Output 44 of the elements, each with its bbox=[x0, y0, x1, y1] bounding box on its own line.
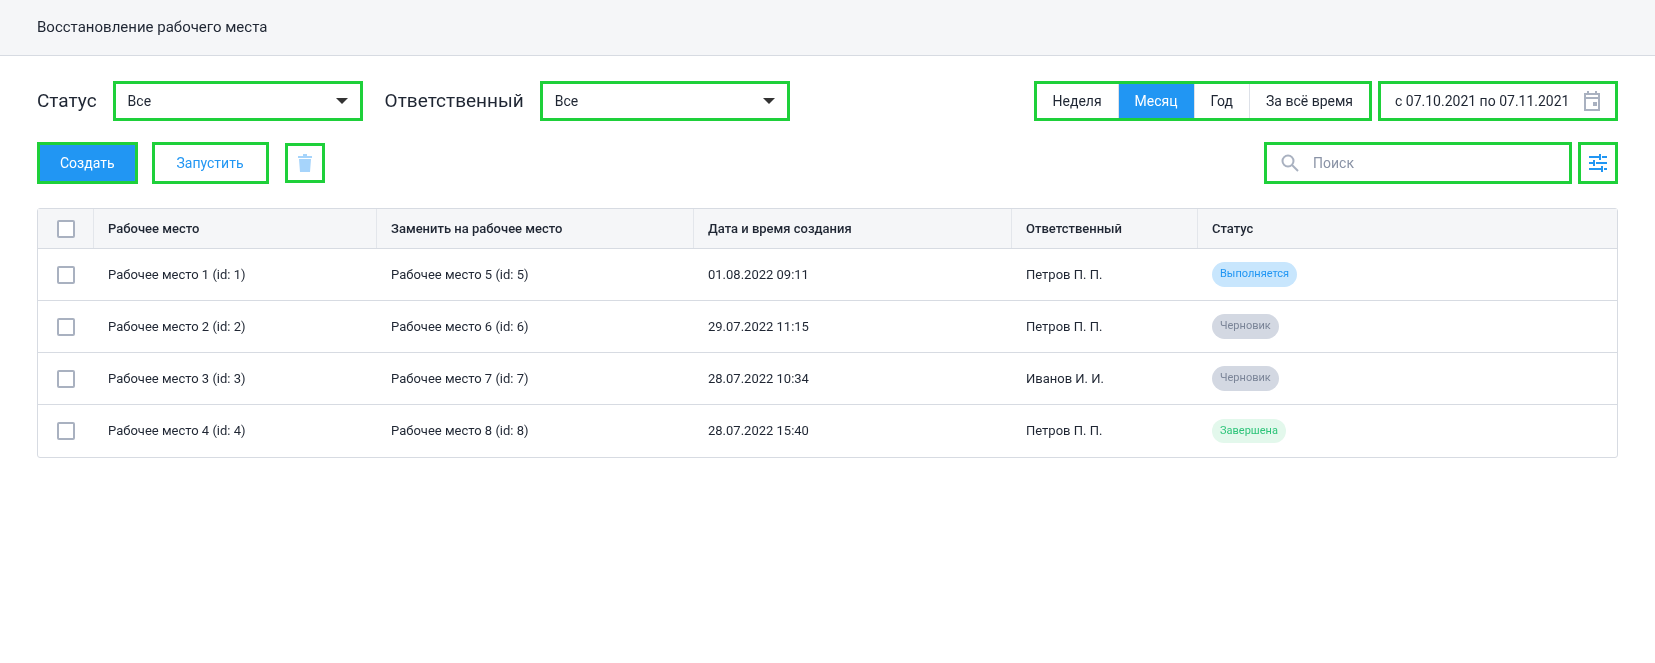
table-cell-text: 01.08.2022 09:11 bbox=[708, 265, 809, 284]
status-badge: Черновик bbox=[1212, 314, 1279, 339]
calendar-icon bbox=[1583, 91, 1601, 111]
search-field[interactable]: Поиск bbox=[1264, 142, 1572, 184]
checkbox[interactable] bbox=[57, 265, 75, 284]
table-cell-text: Рабочее место 8 (id: 8) bbox=[391, 422, 529, 441]
filter-dropdown[interactable]: Все bbox=[539, 81, 790, 121]
sliders-icon bbox=[1589, 154, 1607, 172]
table-cell-text: Иванов И. И. bbox=[1026, 369, 1104, 388]
column-header: Рабочее место bbox=[108, 219, 200, 238]
table-cell-text: Петров П. П. bbox=[1026, 422, 1103, 441]
status-badge: Черновик bbox=[1212, 366, 1279, 391]
filter-dropdown[interactable]: Все bbox=[112, 81, 363, 121]
column-header: Ответственный bbox=[1026, 219, 1122, 238]
column-header: Статус bbox=[1212, 219, 1254, 238]
filter-settings-button[interactable] bbox=[1578, 142, 1618, 184]
page-title: Восстановление рабочего места bbox=[37, 17, 268, 39]
table-cell-text: 28.07.2022 15:40 bbox=[708, 422, 809, 441]
table-cell-text: 28.07.2022 10:34 bbox=[708, 369, 809, 388]
caret-icon bbox=[762, 98, 775, 104]
checkbox[interactable] bbox=[56, 219, 75, 238]
table-cell-text: Рабочее место 6 (id: 6) bbox=[391, 317, 529, 336]
trash-icon bbox=[297, 154, 312, 172]
date-range-field[interactable]: с 07.10.2021 по 07.11.2021 bbox=[1378, 81, 1618, 121]
status-badge: Завершена bbox=[1212, 418, 1286, 444]
caret-icon bbox=[335, 98, 348, 104]
checkbox[interactable] bbox=[57, 369, 75, 388]
table-cell-text: Рабочее место 1 (id: 1) bbox=[108, 265, 246, 284]
table-cell-text: Петров П. П. bbox=[1026, 317, 1103, 336]
table-cell-text: Рабочее место 2 (id: 2) bbox=[108, 317, 246, 336]
column-header: Заменить на рабочее место bbox=[391, 219, 563, 238]
filter-label: Ответственный bbox=[384, 87, 524, 114]
checkbox[interactable] bbox=[57, 317, 75, 336]
table-cell-text: Петров П. П. bbox=[1026, 265, 1103, 284]
checkbox[interactable] bbox=[57, 422, 75, 440]
table-cell-text: Рабочее место 4 (id: 4) bbox=[108, 422, 246, 441]
table-cell-text: 29.07.2022 11:15 bbox=[708, 317, 809, 336]
table-cell-text: Рабочее место 7 (id: 7) bbox=[391, 369, 529, 388]
column-header: Дата и время создания bbox=[708, 219, 852, 238]
filter-label: Статус bbox=[37, 87, 97, 114]
table-cell-text: Рабочее место 5 (id: 5) bbox=[391, 265, 529, 284]
status-badge: Выполняется bbox=[1212, 262, 1298, 287]
table-cell-text: Рабочее место 3 (id: 3) bbox=[108, 369, 246, 388]
search-icon bbox=[1281, 154, 1299, 172]
